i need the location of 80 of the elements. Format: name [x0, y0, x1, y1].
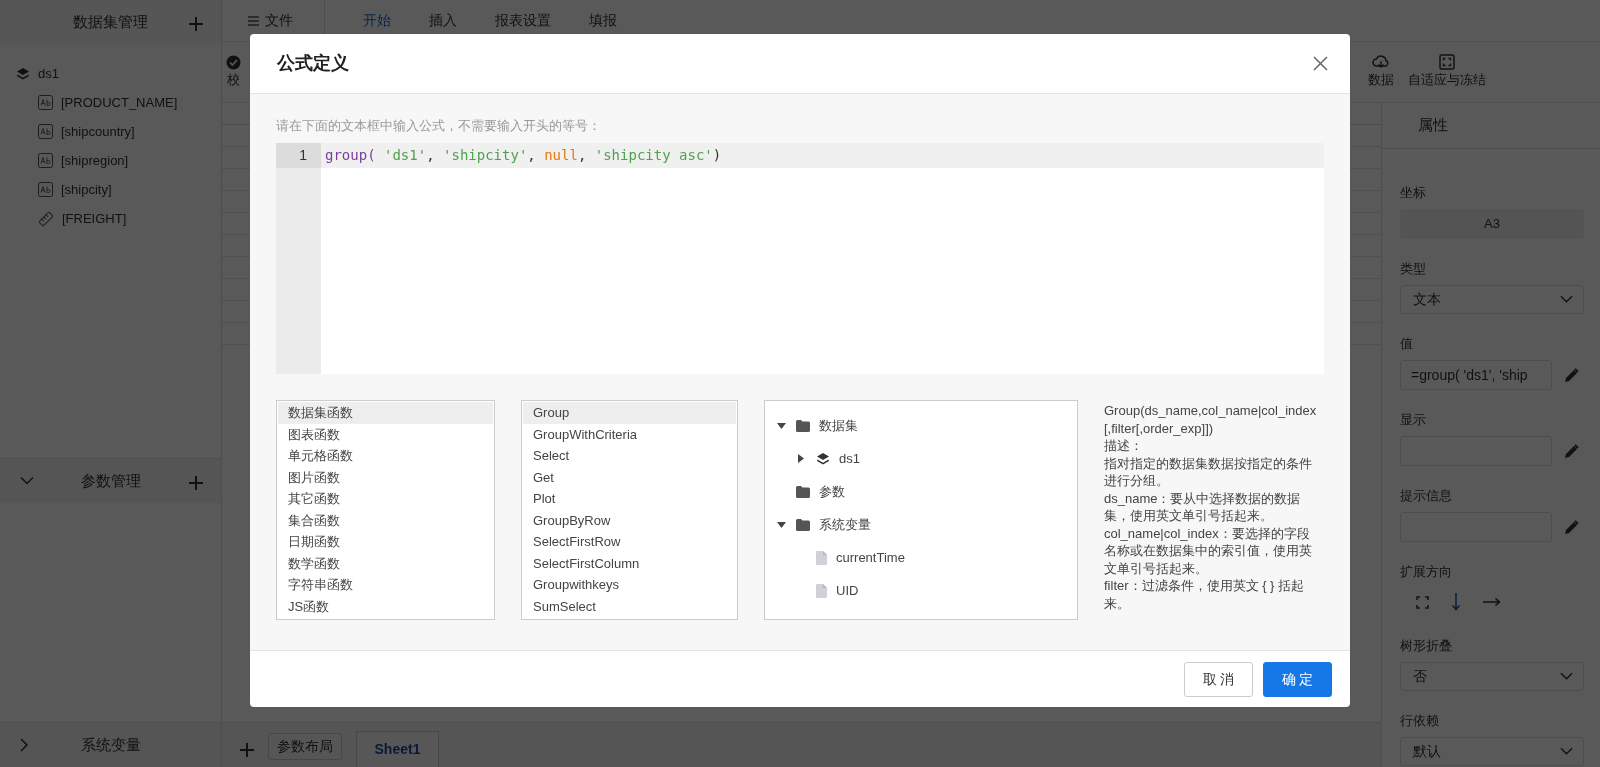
check-circle-icon: [226, 54, 241, 70]
function-item[interactable]: Groupwithkeys: [523, 574, 736, 596]
dialog-title: 公式定义: [277, 52, 349, 75]
function-item[interactable]: Group: [523, 402, 736, 424]
text-field-icon: [38, 153, 53, 168]
panel-title: 属性: [1418, 115, 1448, 136]
hint-text: 请在下面的文本框中输入公式，不需要输入开头的等号：: [276, 118, 602, 134]
caret-icon: [1560, 295, 1573, 304]
caret-icon: [1560, 747, 1573, 756]
readonly-field: A3: [1400, 209, 1584, 239]
frame-icon: [1439, 54, 1455, 71]
caret-down-icon[interactable]: [776, 422, 786, 429]
plus-icon: [189, 475, 203, 490]
category-item[interactable]: 图片函数: [278, 466, 493, 488]
field-label: 显示: [1400, 412, 1427, 428]
field-label: 提示信息: [1400, 488, 1453, 504]
pencil-icon[interactable]: [1564, 367, 1579, 383]
layers-icon: [16, 66, 30, 81]
arrow-down-icon[interactable]: [1451, 593, 1461, 611]
category-item[interactable]: 字符串函数: [278, 574, 493, 596]
function-item[interactable]: Select: [523, 445, 736, 467]
folder-icon: [796, 419, 810, 432]
arrow-right-icon[interactable]: [1483, 597, 1501, 607]
plus-icon: [189, 17, 203, 32]
description-text: Group(ds_name,col_name|col_index[,filter[,order_exp]]) 描述： 指对指定的数据集数据按指定的条件进行分组。 ds_name：要从中选择数据的数据集，使用英文单引号括起来。 col_name|col_index：要选择的字段名称或在数据集中的索引值，使用英文单引号括起来。 filter：过滤条件，使用英文 { } 括起来。: [1104, 402, 1318, 613]
tree-label[interactable]: currentTime: [836, 547, 905, 568]
category-item[interactable]: JS函数: [278, 595, 493, 617]
field-label: 扩展方向: [1400, 564, 1453, 580]
select-value: 否: [1413, 667, 1427, 686]
function-item[interactable]: GroupByRow: [523, 509, 736, 531]
field-label: 坐标: [1400, 185, 1427, 201]
select-value: 文本: [1413, 290, 1441, 309]
text-field-icon: [38, 124, 53, 139]
pencil-icon[interactable]: [1564, 519, 1579, 535]
file-icon: [816, 583, 827, 598]
category-item[interactable]: 集合函数: [278, 509, 493, 531]
function-item[interactable]: SumSelect: [523, 595, 736, 617]
category-item[interactable]: 其它函数: [278, 488, 493, 510]
field-label: 类型: [1400, 261, 1427, 277]
tree-label[interactable]: 数据集: [819, 415, 858, 436]
tree-label[interactable]: 参数: [819, 481, 845, 502]
section-title: 参数管理: [80, 470, 141, 491]
field-label: 值: [1400, 336, 1414, 352]
file-icon: [816, 550, 827, 565]
line-number: 1: [276, 143, 321, 168]
plus-icon: [240, 742, 254, 757]
function-item[interactable]: Get: [523, 466, 736, 488]
caret-down-icon[interactable]: [776, 521, 786, 528]
text-field-icon: [38, 95, 53, 110]
section-title: 系统变量: [80, 734, 141, 755]
field-label: 树形折叠: [1400, 638, 1453, 654]
panel-title: 数据集管理: [73, 12, 148, 33]
field-label: 行依赖: [1400, 713, 1440, 729]
function-item[interactable]: Plot: [523, 488, 736, 510]
folder-icon: [796, 518, 810, 531]
confirm-button[interactable]: 确 定: [1263, 661, 1332, 697]
menu-icon: [248, 15, 259, 26]
select-value: 默认: [1413, 742, 1441, 761]
function-item[interactable]: SelectFirstColumn: [523, 552, 736, 574]
category-item[interactable]: 数据集函数: [278, 402, 493, 424]
caret-icon: [1560, 672, 1573, 681]
tree-label[interactable]: 系统变量: [819, 514, 871, 535]
tree-label[interactable]: UID: [836, 580, 859, 601]
category-item[interactable]: 图表函数: [278, 423, 493, 445]
function-item[interactable]: SelectFirstRow: [523, 531, 736, 553]
text-field-icon: [38, 182, 53, 197]
close-icon[interactable]: [1313, 56, 1328, 71]
code-editor[interactable]: 1 group( 'ds1', 'shipcity', null, 'shipcity asc'): [276, 143, 1324, 374]
function-item[interactable]: GroupWithCriteria: [523, 423, 736, 445]
caret-right-icon[interactable]: [798, 454, 804, 463]
tree-label[interactable]: ds1: [839, 448, 860, 469]
category-item[interactable]: 单元格函数: [278, 445, 493, 467]
pencil-icon[interactable]: [1564, 443, 1579, 459]
ruler-icon: [38, 210, 54, 227]
category-item[interactable]: 数学函数: [278, 552, 493, 574]
folder-icon: [796, 485, 810, 498]
cancel-button[interactable]: 取 消: [1184, 661, 1253, 697]
expand-icon[interactable]: [1416, 595, 1429, 609]
category-item[interactable]: 日期函数: [278, 531, 493, 553]
layers-icon: [816, 451, 830, 466]
